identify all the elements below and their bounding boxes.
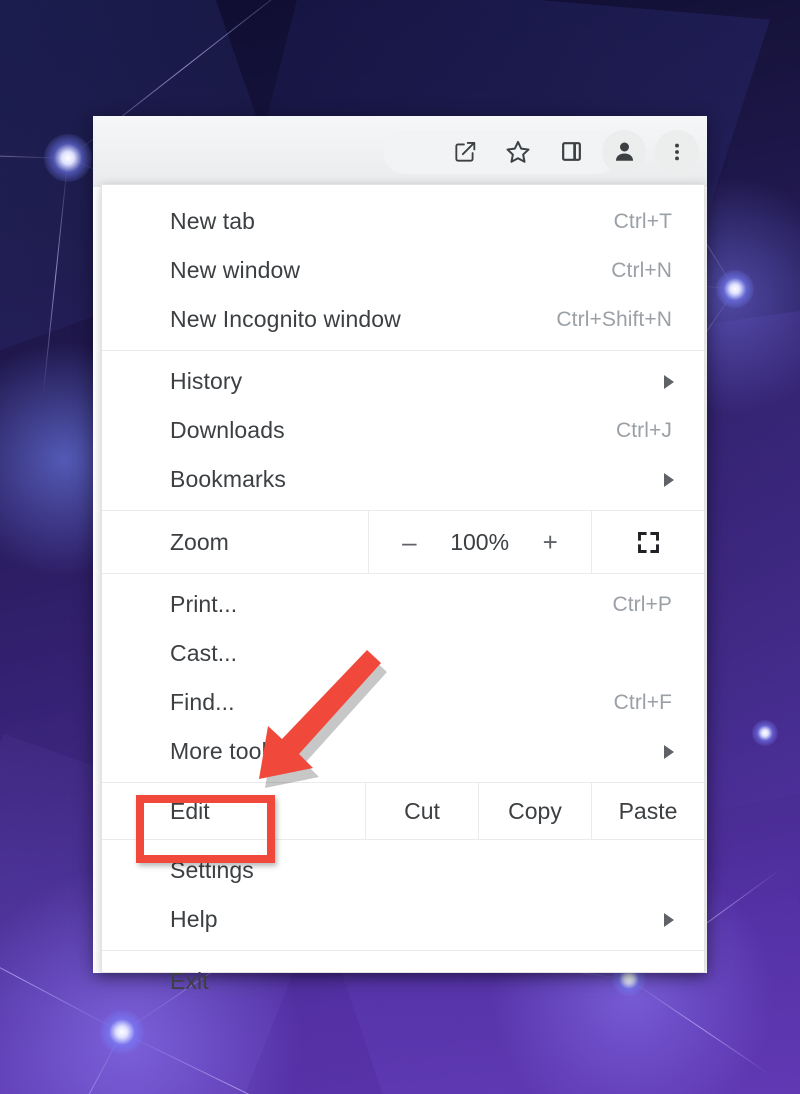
menu-item-shortcut: Ctrl+Shift+N — [556, 307, 672, 331]
three-dot-menu-icon[interactable] — [655, 129, 699, 174]
chevron-right-icon — [664, 744, 674, 759]
wallpaper-node-glow — [716, 270, 754, 308]
menu-item-help[interactable]: Help — [102, 895, 704, 944]
menu-item-shortcut: Ctrl+T — [613, 209, 672, 233]
menu-item-label: Print... — [170, 591, 238, 617]
zoom-label: Zoom — [170, 528, 229, 555]
menu-item-shortcut: Ctrl+P — [612, 592, 672, 616]
menu-group-new: New tab Ctrl+T New window Ctrl+N New Inc… — [102, 191, 704, 350]
profile-avatar-icon[interactable] — [602, 129, 646, 174]
menu-group-browse: History Downloads Ctrl+J Bookmarks — [102, 351, 704, 510]
copy-button[interactable]: Copy — [478, 783, 591, 839]
menu-item-label: Help — [170, 906, 218, 932]
zoom-in-button[interactable]: + — [543, 529, 558, 555]
zoom-level-value: 100% — [450, 528, 510, 555]
menu-item-shortcut: Ctrl+J — [615, 418, 672, 442]
wallpaper-node-glow — [100, 1010, 144, 1054]
menu-item-label: Bookmarks — [170, 466, 286, 492]
menu-group-tools: Print... Ctrl+P Cast... Find... Ctrl+F M… — [102, 574, 704, 782]
browser-toolbar — [93, 116, 707, 187]
paste-button[interactable]: Paste — [591, 783, 704, 839]
menu-item-label: Downloads — [170, 417, 285, 443]
menu-item-exit[interactable]: Exit — [102, 957, 704, 1006]
zoom-out-button[interactable]: – — [402, 529, 416, 555]
wallpaper-node-glow — [752, 720, 778, 746]
menu-item-new-window[interactable]: New window Ctrl+N — [102, 246, 704, 295]
menu-item-shortcut: Ctrl+F — [613, 690, 672, 714]
side-panel-icon[interactable] — [549, 130, 593, 174]
chevron-right-icon — [664, 472, 674, 487]
fullscreen-button[interactable] — [592, 511, 704, 573]
menu-row-zoom: Zoom – 100% + — [102, 511, 704, 573]
menu-item-label: New window — [170, 257, 301, 283]
menu-item-print[interactable]: Print... Ctrl+P — [102, 580, 704, 629]
menu-item-cast[interactable]: Cast... — [102, 629, 704, 678]
menu-item-label: Exit — [170, 968, 209, 994]
menu-item-label: Find... — [170, 689, 235, 715]
cut-button[interactable]: Cut — [365, 783, 478, 839]
menu-group-exit: Exit — [102, 951, 704, 1012]
menu-item-find[interactable]: Find... Ctrl+F — [102, 678, 704, 727]
menu-item-label: New tab — [170, 208, 256, 234]
settings-highlight-box — [136, 795, 275, 863]
wallpaper-node-glow — [44, 134, 92, 182]
menu-item-new-tab[interactable]: New tab Ctrl+T — [102, 197, 704, 246]
menu-item-new-incognito-window[interactable]: New Incognito window Ctrl+Shift+N — [102, 295, 704, 344]
menu-item-label: New Incognito window — [170, 306, 401, 332]
menu-item-downloads[interactable]: Downloads Ctrl+J — [102, 406, 704, 455]
chevron-right-icon — [664, 912, 674, 927]
share-icon[interactable] — [443, 130, 487, 174]
menu-item-shortcut: Ctrl+N — [611, 258, 672, 282]
menu-item-label: History — [170, 368, 243, 394]
zoom-controls: – 100% + — [368, 511, 592, 573]
menu-item-bookmarks[interactable]: Bookmarks — [102, 455, 704, 504]
menu-item-more-tools[interactable]: More tools — [102, 727, 704, 776]
star-icon[interactable] — [496, 130, 540, 174]
menu-item-label: More tools — [170, 738, 279, 764]
chevron-right-icon — [664, 374, 674, 389]
menu-item-label: Cast... — [170, 640, 238, 666]
menu-item-history[interactable]: History — [102, 357, 704, 406]
